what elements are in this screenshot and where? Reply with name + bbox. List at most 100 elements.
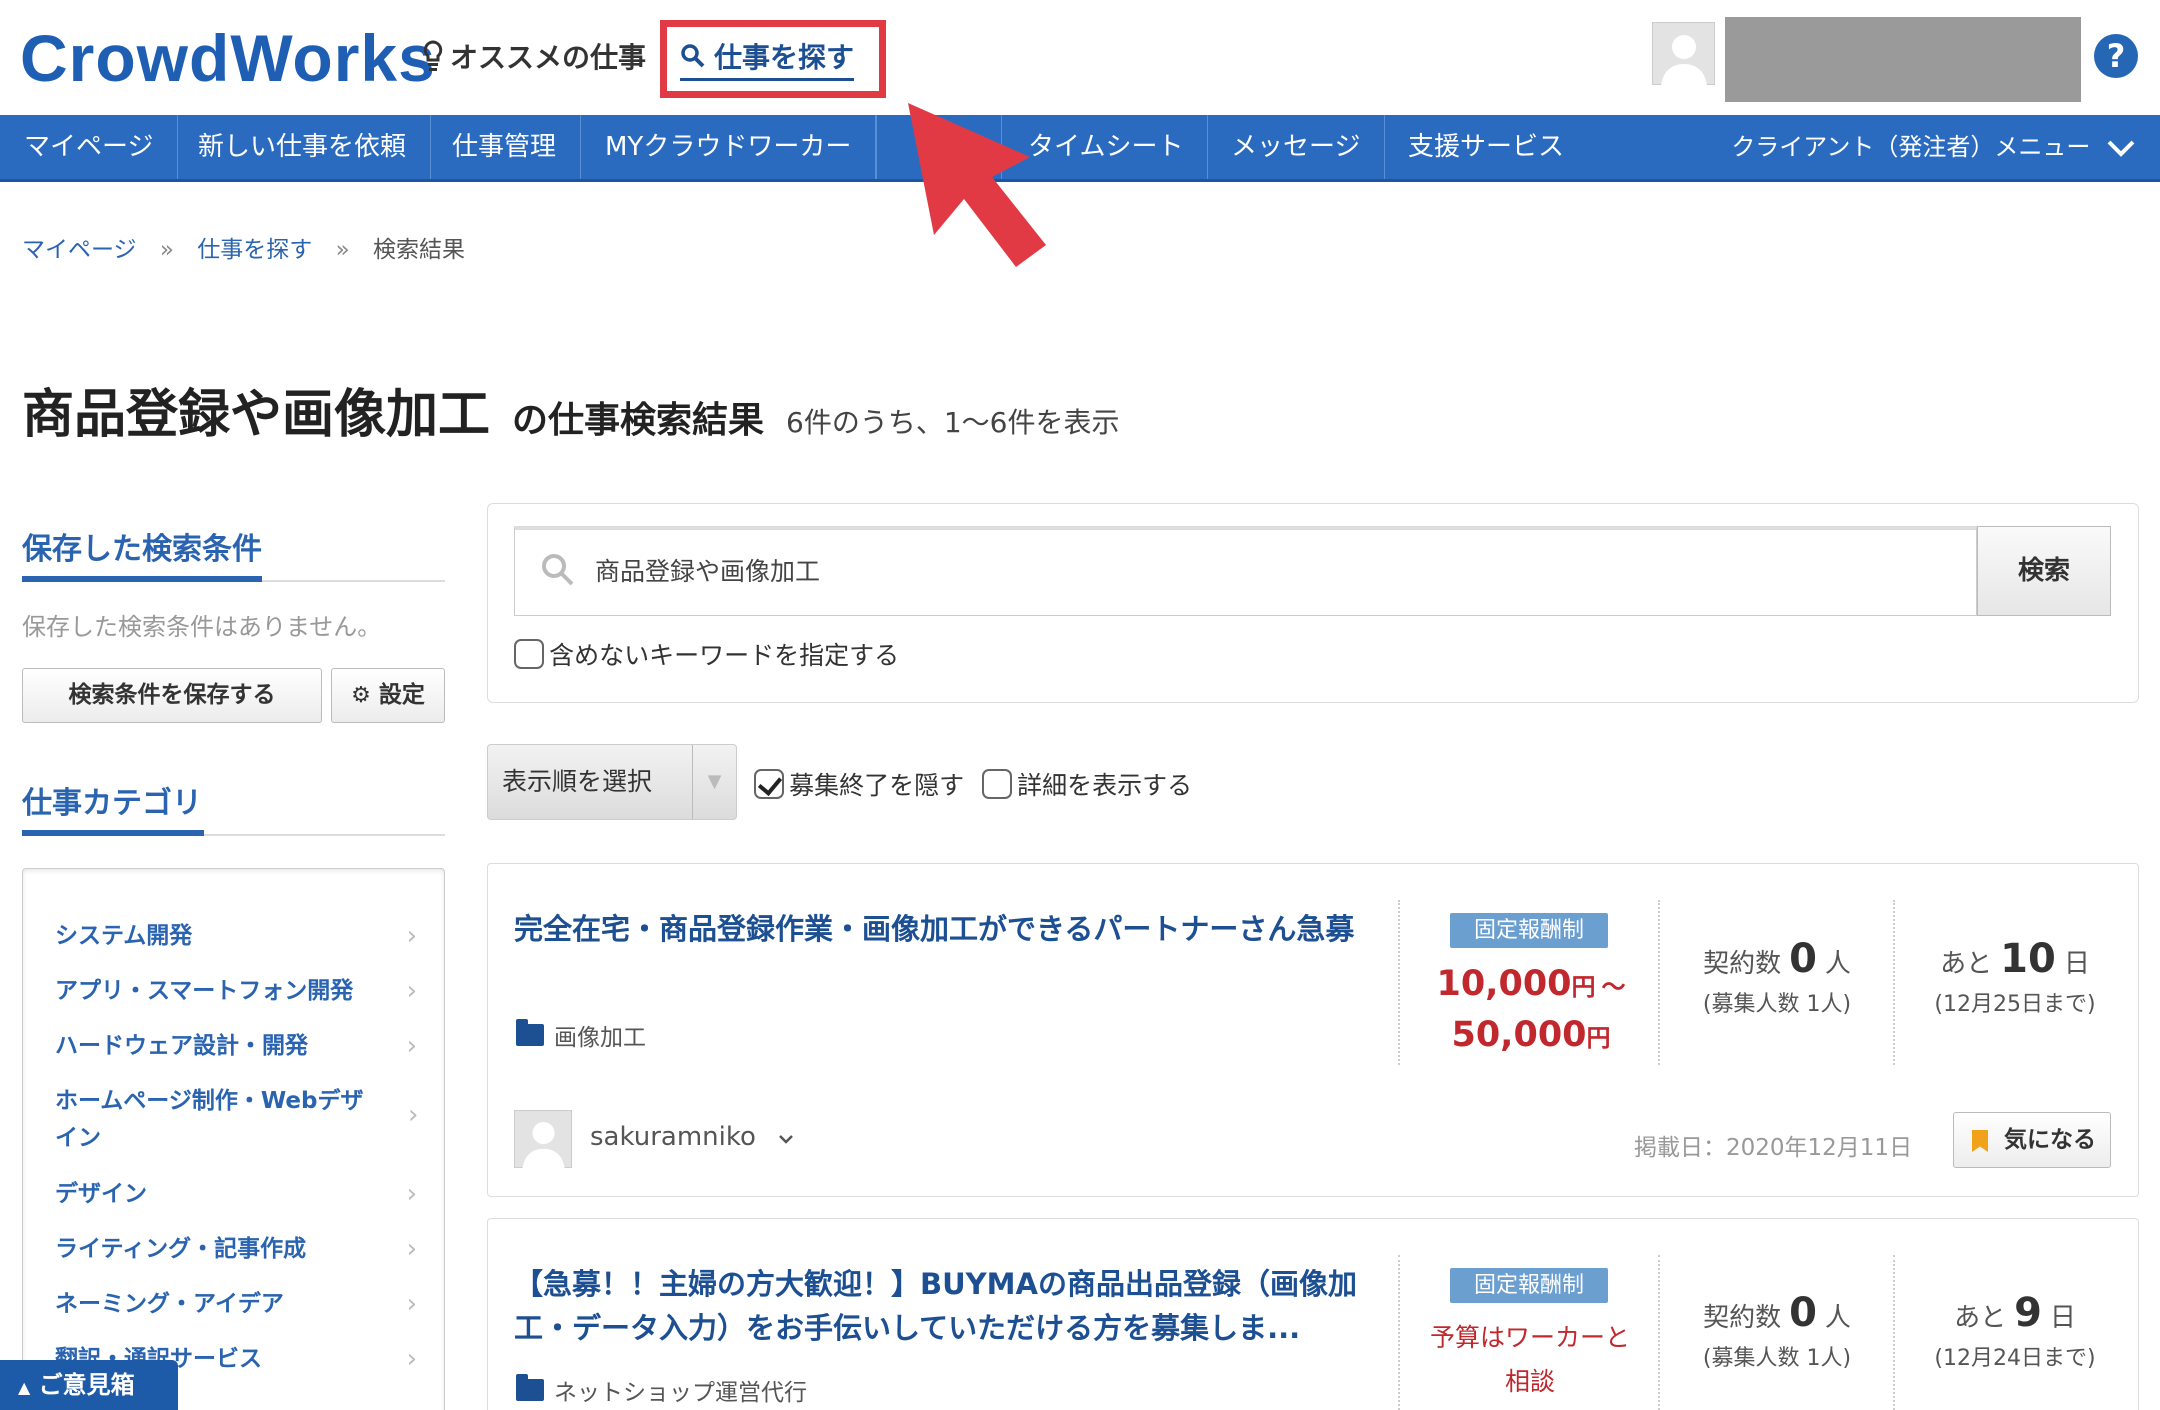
poster-name-dropdown[interactable]: sakuramniko (590, 1122, 794, 1152)
feedback-label: ご意見箱 (38, 1371, 135, 1399)
chevron-right-icon: › (406, 1289, 417, 1319)
nav-item-job-management[interactable]: 仕事管理 (428, 115, 582, 179)
client-menu-label: クライアント（発注者）メニュー (1731, 133, 2091, 161)
hide-closed-label: 募集終了を隠す (789, 771, 965, 800)
recruit-count: (募集人数 1人) (1702, 1346, 1852, 1371)
yen-unit: 円 (1571, 973, 1596, 1001)
category-web[interactable]: ホームページ制作・Webデザイン (55, 1083, 385, 1157)
contracts-value: 0 (1789, 936, 1817, 982)
remaining-value: 9 (2014, 1290, 2042, 1336)
category-hardware[interactable]: ハードウェア設計・開発 › (55, 1028, 435, 1065)
settings-button[interactable]: ⚙ 設定 (331, 668, 445, 723)
exclude-keywords-option[interactable]: 含めないキーワードを指定する (514, 636, 899, 672)
job-category-label: 画像加工 (554, 1025, 646, 1051)
recommended-jobs-link[interactable]: オススメの仕事 (422, 36, 646, 76)
avatar-placeholder-icon (1661, 35, 1707, 86)
nav-item-support[interactable]: 支援サービス (1384, 115, 1588, 179)
show-details-option[interactable]: 詳細を表示する (982, 766, 1192, 802)
help-icon[interactable]: ? (2094, 34, 2138, 78)
heading-underline (22, 576, 262, 582)
category-label: アプリ・スマートフォン開発 (55, 978, 354, 1004)
nav-item-mypage[interactable]: マイページ (0, 115, 179, 179)
favorite-label: 気になる (2004, 1127, 2096, 1153)
settings-label: 設定 (378, 682, 425, 708)
category-naming[interactable]: ネーミング・アイデア › (55, 1286, 435, 1323)
hide-closed-checkbox[interactable] (754, 769, 784, 799)
chevron-down-icon (2107, 140, 2135, 157)
feedback-button[interactable]: ▲ ご意見箱 (0, 1360, 178, 1410)
folder-icon (516, 1019, 544, 1046)
caret-down-icon: ▼ (692, 745, 736, 819)
divider (1398, 1255, 1400, 1410)
annotation-arrow (908, 103, 1046, 267)
breadcrumb-separator: » (159, 237, 174, 263)
lightbulb-icon (423, 40, 443, 71)
pay-type-badge: 固定報酬制 (1450, 913, 1608, 948)
sort-select[interactable]: 表示順を選択 ▼ (487, 744, 737, 820)
nav-item-my-crowdworkers[interactable]: MYクラウドワーカー (581, 115, 877, 179)
saved-searches-heading: 保存した検索条件 (22, 532, 262, 567)
category-label: ネーミング・アイデア (55, 1291, 284, 1317)
crowdworks-logo[interactable]: CrowdWorks (20, 20, 436, 96)
save-search-button[interactable]: 検索条件を保存する (22, 668, 322, 723)
title-suffix: の仕事検索結果 (512, 400, 765, 441)
search-input[interactable]: 商品登録や画像加工 (514, 526, 1977, 616)
favorite-button[interactable]: 気になる (1953, 1112, 2111, 1168)
remaining-prefix: あと (1954, 1303, 2007, 1333)
breadcrumb: マイページ » 仕事を探す » 検索結果 (22, 230, 465, 264)
breadcrumb-mypage[interactable]: マイページ (22, 237, 137, 263)
category-system-dev[interactable]: システム開発 › (55, 918, 435, 955)
range-mark: 〜 (1601, 973, 1626, 1001)
search-icon (542, 554, 574, 586)
job-category[interactable]: ネットショップ運営代行 (516, 1373, 807, 1407)
contracts-label: 契約数 (1703, 1303, 1782, 1333)
job-category[interactable]: 画像加工 (516, 1018, 646, 1052)
find-jobs-link[interactable]: 仕事を探す (680, 36, 855, 81)
nav-item-messages[interactable]: メッセージ (1207, 115, 1386, 179)
person-unit: 人 (1824, 949, 1851, 979)
contract-count: 契約数 0 人 (募集人数 1人) (1672, 936, 1882, 1018)
posted-date: 掲載日：2020年12月11日 (1634, 1135, 1913, 1161)
remaining-days: あと 9 日 (12月24日まで) (1910, 1290, 2120, 1372)
contracts-label: 契約数 (1703, 949, 1782, 979)
recruit-count: (募集人数 1人) (1702, 992, 1852, 1017)
client-menu-dropdown[interactable]: クライアント（発注者）メニュー (1731, 115, 2136, 179)
user-avatar[interactable] (1652, 22, 1715, 86)
folder-icon (516, 1374, 544, 1401)
job-title-link[interactable]: 完全在宅・商品登録作業・画像加工ができるパートナーさん急募 (514, 907, 1364, 951)
divider (1893, 900, 1895, 1065)
avatar-placeholder-icon (522, 1122, 565, 1169)
recommended-jobs-label: オススメの仕事 (450, 41, 647, 74)
page-title: 商品登録や画像加工 の仕事検索結果 6件のうち、1〜6件を表示 (22, 372, 1119, 447)
job-categories-heading: 仕事カテゴリ (22, 786, 202, 821)
job-title-link[interactable]: 【急募！！主婦の方大歓迎！】BUYMAの商品出品登録（画像加工・データ入力）をお… (514, 1262, 1364, 1350)
deadline: (12月24日まで) (1934, 1346, 2096, 1371)
gear-icon: ⚙ (351, 683, 371, 708)
breadcrumb-find-jobs[interactable]: 仕事を探す (197, 237, 312, 263)
nav-item-new-job[interactable]: 新しい仕事を依頼 (174, 115, 432, 179)
chevron-down-icon (779, 1135, 794, 1144)
category-label: ライティング・記事作成 (55, 1236, 307, 1262)
contracts-value: 0 (1789, 1290, 1817, 1336)
chevron-right-icon: › (406, 1179, 417, 1209)
poster-name: sakuramniko (590, 1122, 756, 1152)
divider (1658, 1255, 1660, 1410)
chevron-right-icon: › (406, 1234, 417, 1264)
breadcrumb-separator: » (335, 237, 350, 263)
category-writing[interactable]: ライティング・記事作成 › (55, 1231, 435, 1268)
category-design[interactable]: デザイン › (55, 1176, 435, 1213)
hide-closed-option[interactable]: 募集終了を隠す (754, 766, 964, 802)
exclude-keywords-checkbox[interactable] (514, 639, 544, 669)
heading-underline (22, 830, 204, 836)
category-label: ホームページ制作・Webデザイン (55, 1088, 364, 1151)
poster-avatar[interactable] (514, 1110, 572, 1169)
sort-select-value: 表示順を選択 (502, 767, 653, 796)
day-unit: 日 (2049, 1303, 2076, 1333)
day-unit: 日 (2063, 949, 2090, 979)
search-button[interactable]: 検索 (1977, 526, 2111, 616)
saved-searches-empty: 保存した検索条件はありません。 (22, 613, 382, 641)
show-details-checkbox[interactable] (982, 769, 1012, 799)
find-jobs-label: 仕事を探す (714, 41, 855, 74)
category-app-dev[interactable]: アプリ・スマートフォン開発 › (55, 973, 435, 1010)
redacted-username[interactable] (1725, 17, 2081, 102)
